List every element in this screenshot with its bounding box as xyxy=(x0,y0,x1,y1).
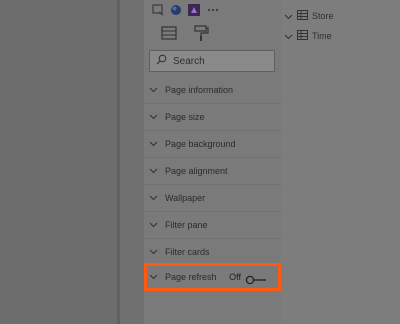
section-filter-cards[interactable]: Filter cards xyxy=(144,239,281,266)
chevron-down-icon xyxy=(149,222,163,228)
chevron-down-icon xyxy=(284,7,293,25)
section-page-alignment[interactable]: Page alignment xyxy=(144,158,281,185)
section-label: Page alignment xyxy=(165,166,228,176)
section-label: Page size xyxy=(165,112,205,122)
visualizations-tabs xyxy=(160,24,220,52)
search-icon xyxy=(156,52,167,70)
table-icon xyxy=(297,27,308,45)
section-page-background[interactable]: Page background xyxy=(144,131,281,158)
chevron-down-icon xyxy=(149,249,163,255)
section-label: Page refresh xyxy=(165,272,217,282)
tab-fields[interactable] xyxy=(160,24,182,46)
section-label: Filter pane xyxy=(165,220,208,230)
section-filter-pane[interactable]: Filter pane xyxy=(144,212,281,239)
chevron-down-icon xyxy=(149,195,163,201)
filter-card-icon[interactable] xyxy=(152,3,164,16)
section-page-information[interactable]: Page information xyxy=(144,77,281,104)
report-canvas-area xyxy=(0,0,120,324)
field-label: Store xyxy=(312,11,334,21)
section-page-refresh[interactable]: Page refresh Off xyxy=(144,264,281,290)
chevron-down-icon xyxy=(284,27,293,45)
field-item-store[interactable]: Store xyxy=(284,9,334,23)
fields-tab-icon xyxy=(160,26,178,46)
table-icon xyxy=(297,7,308,25)
section-label: Wallpaper xyxy=(165,193,206,203)
search-input[interactable]: Search xyxy=(149,50,275,72)
pane-gutter xyxy=(120,0,144,324)
toggle-switch-icon[interactable] xyxy=(245,272,267,285)
power-apps-icon[interactable] xyxy=(188,3,200,16)
section-label: Page background xyxy=(165,139,236,149)
search-placeholder: Search xyxy=(173,55,205,67)
field-item-time[interactable]: Time xyxy=(284,29,332,43)
more-icon[interactable] xyxy=(206,3,219,15)
visualization-icons-row xyxy=(152,2,219,16)
section-label: Page information xyxy=(165,85,234,95)
format-paint-roller-icon xyxy=(192,25,210,46)
chevron-down-icon xyxy=(149,114,163,120)
fields-pane xyxy=(281,0,400,324)
chevron-down-icon xyxy=(149,274,163,280)
globe-icon[interactable] xyxy=(170,3,182,15)
tab-format[interactable] xyxy=(192,24,220,52)
page-refresh-toggle[interactable]: Off xyxy=(229,272,267,285)
section-label: Filter cards xyxy=(165,247,210,257)
field-label: Time xyxy=(312,31,332,41)
section-page-size[interactable]: Page size xyxy=(144,104,281,131)
section-wallpaper[interactable]: Wallpaper xyxy=(144,185,281,212)
chevron-down-icon xyxy=(149,168,163,174)
chevron-down-icon xyxy=(149,141,163,147)
toggle-state-label: Off xyxy=(229,272,241,282)
chevron-down-icon xyxy=(149,87,163,93)
